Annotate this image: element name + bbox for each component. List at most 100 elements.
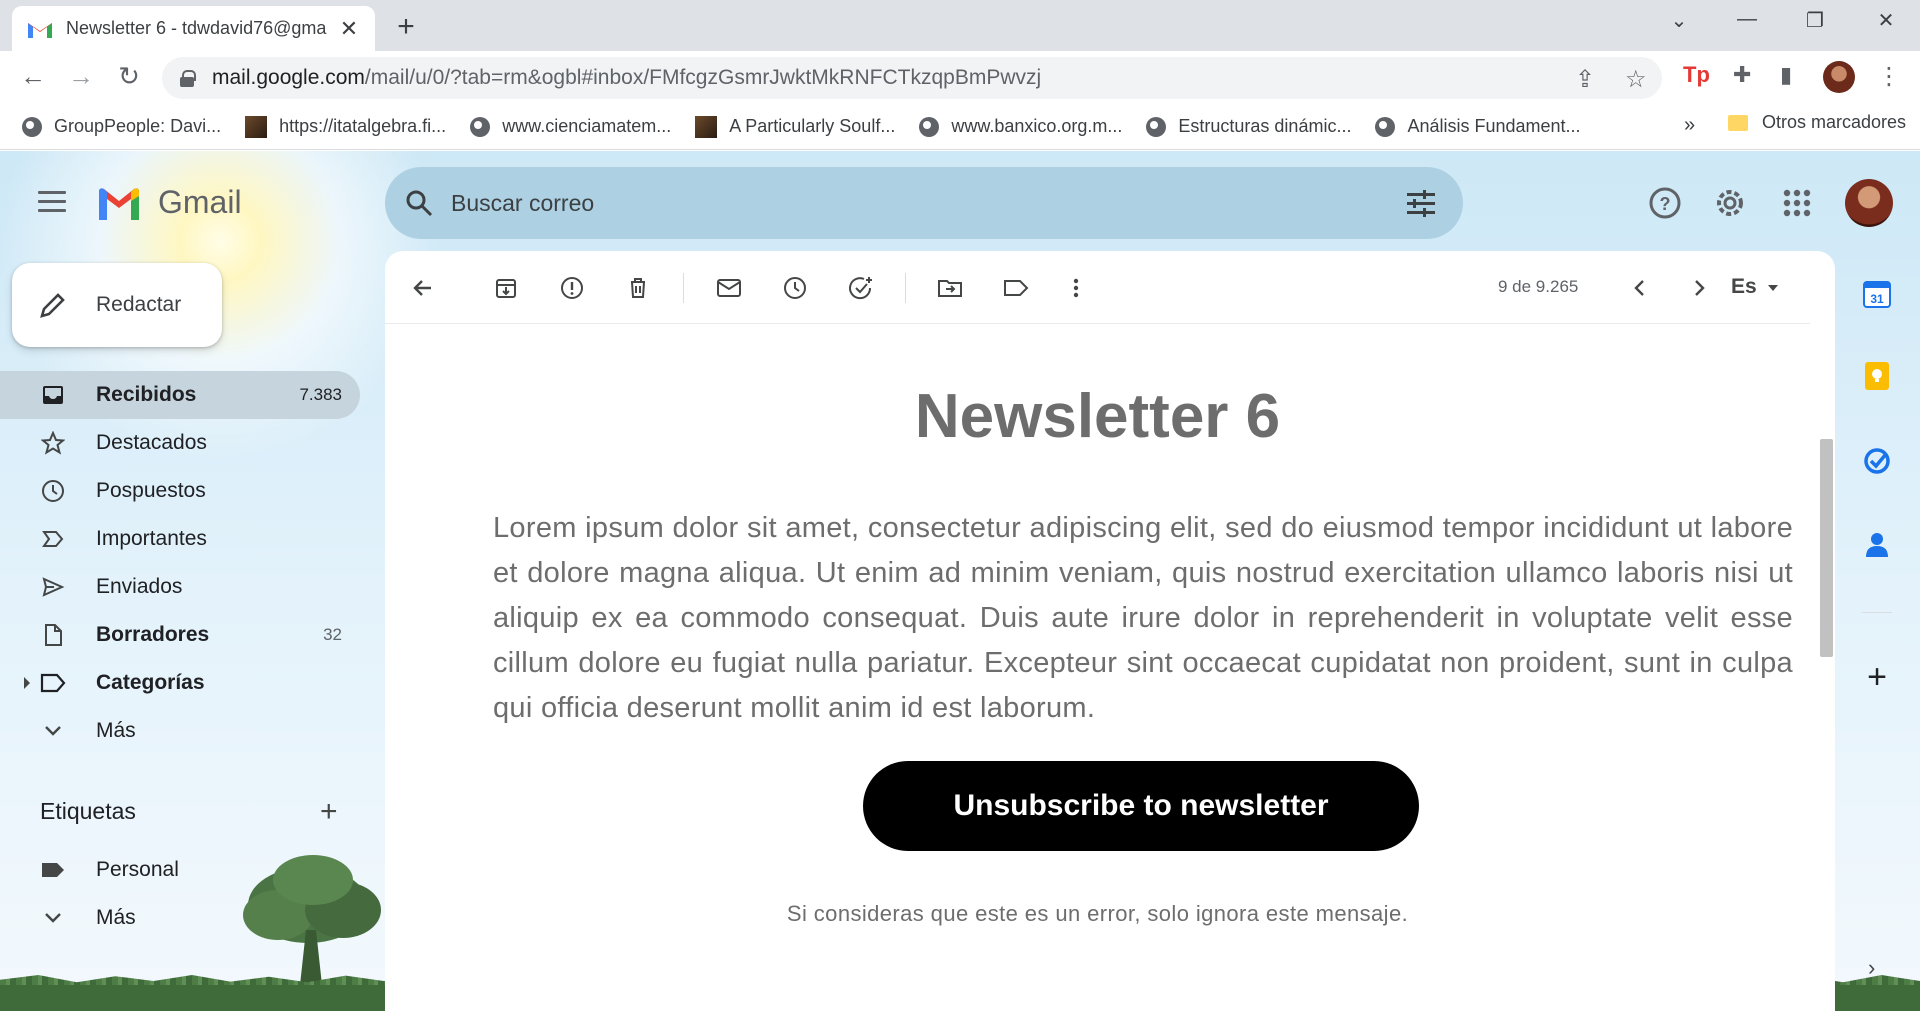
tab-title: Newsletter 6 - tdwdavid76@gma (66, 18, 327, 38)
profile-avatar[interactable] (1823, 61, 1855, 93)
label-as-icon[interactable] (1001, 273, 1031, 303)
bookmark-item[interactable]: GroupPeople: Davi... (22, 116, 221, 137)
reload-icon[interactable]: ↻ (113, 61, 145, 92)
more-options-icon[interactable] (1061, 273, 1091, 303)
expand-caret-icon[interactable] (24, 677, 30, 689)
lock-icon[interactable] (180, 70, 196, 87)
bookmark-item[interactable]: Estructuras dinámic... (1146, 116, 1351, 137)
labels-heading: Etiquetas (40, 798, 136, 824)
tab-search-icon[interactable]: ⌄ (1659, 8, 1699, 33)
delete-trash-icon[interactable] (623, 273, 653, 303)
image-icon (245, 115, 268, 138)
nav-snoozed[interactable]: Pospuestos (0, 467, 360, 515)
calendar-icon[interactable]: 31 (1862, 279, 1892, 309)
gmail-wordmark: Gmail (158, 184, 242, 220)
search-icon[interactable] (405, 189, 433, 217)
archive-icon[interactable] (491, 273, 521, 303)
minimize-button[interactable]: — (1727, 8, 1767, 31)
unsubscribe-button[interactable]: Unsubscribe to newsletter (863, 761, 1419, 851)
tab-close-icon[interactable]: ✕ (337, 16, 361, 42)
language-dropdown-icon[interactable] (1768, 285, 1778, 291)
back-icon[interactable]: ← (17, 61, 49, 92)
svg-text:?: ? (1660, 194, 1671, 214)
share-icon[interactable]: ⇪ (1575, 65, 1595, 94)
draft-file-icon (40, 622, 66, 648)
send-icon (40, 574, 66, 600)
restore-button[interactable]: ❐ (1795, 8, 1835, 33)
newsletter-title: Newsletter 6 (914, 382, 1281, 451)
forward-icon[interactable]: → (65, 61, 97, 92)
mark-unread-icon[interactable] (714, 273, 744, 303)
toolbar-divider (683, 273, 684, 303)
pencil-icon (40, 293, 65, 318)
back-to-inbox-icon[interactable] (408, 273, 438, 303)
snooze-clock-icon[interactable] (780, 273, 810, 303)
keep-icon[interactable] (1862, 361, 1892, 391)
inbox-icon (40, 382, 66, 408)
google-apps-icon[interactable] (1777, 183, 1817, 223)
nav-inbox[interactable]: Recibidos 7.383 (0, 371, 360, 419)
svg-text:31: 31 (1870, 292, 1884, 306)
chevron-down-icon (40, 718, 66, 744)
get-addons-plus-icon[interactable]: + (1862, 658, 1892, 697)
inbox-count-badge: 7.383 (299, 385, 342, 404)
pagination-text: 9 de 9.265 (1498, 277, 1579, 296)
other-bookmarks-folder[interactable]: Otros marcadores (1728, 112, 1906, 133)
nav-important[interactable]: Importantes (0, 515, 360, 563)
tab-strip: Newsletter 6 - tdwdavid76@gma ✕ + ⌄ — ❐ … (0, 0, 1920, 51)
report-spam-icon[interactable] (557, 273, 587, 303)
contacts-icon[interactable] (1862, 529, 1892, 559)
search-input[interactable]: Buscar correo (451, 190, 1407, 217)
globe-icon (919, 116, 940, 137)
older-chevron-right-icon[interactable] (1684, 273, 1714, 303)
gmail-favicon-icon (28, 22, 52, 38)
browser-tab[interactable]: Newsletter 6 - tdwdavid76@gma ✕ (12, 6, 375, 51)
newsletter-body: Lorem ipsum dolor sit amet, consectetur … (493, 512, 1793, 724)
search-bar[interactable]: Buscar correo (385, 167, 1463, 239)
more-bookmarks-chevron-icon[interactable]: » (1684, 114, 1695, 137)
bookmark-star-icon[interactable]: ☆ (1625, 65, 1647, 94)
toolbar-divider (905, 273, 906, 303)
side-panel-icon[interactable]: ▮ (1780, 62, 1792, 88)
browser-menu-icon[interactable]: ⋮ (1877, 62, 1901, 91)
scrollbar-thumb[interactable] (1820, 439, 1833, 657)
image-icon (695, 115, 718, 138)
nav-more[interactable]: Más (0, 707, 360, 755)
labels-more[interactable]: Más (0, 894, 360, 942)
extensions-puzzle-icon[interactable]: ✚ (1733, 62, 1751, 88)
newer-chevron-left-icon[interactable] (1625, 273, 1655, 303)
message-toolbar: 9 de 9.265 Es (385, 251, 1810, 324)
bookmark-item[interactable]: www.cienciamatem... (470, 116, 671, 137)
nav-drafts[interactable]: Borradores 32 (0, 611, 360, 659)
tasks-icon[interactable] (1862, 446, 1892, 476)
globe-icon (1375, 116, 1396, 137)
gmail-logo-icon (99, 188, 139, 220)
add-to-tasks-icon[interactable] (846, 273, 876, 303)
hide-side-panel-chevron-icon[interactable]: › (1868, 955, 1875, 981)
bookmark-item[interactable]: A Particularly Soulf... (695, 115, 895, 138)
move-to-folder-icon[interactable] (935, 273, 965, 303)
new-tab-button[interactable]: + (391, 10, 421, 44)
bookmark-item[interactable]: www.banxico.org.m... (919, 116, 1122, 137)
drafts-count-badge: 32 (323, 625, 342, 644)
address-bar[interactable]: mail.google.com/mail/u/0/?tab=rm&ogbl#in… (162, 57, 1662, 99)
add-label-plus-icon[interactable]: + (320, 795, 338, 829)
main-menu-icon[interactable] (38, 191, 68, 213)
settings-gear-icon[interactable] (1710, 183, 1750, 223)
input-language-selector[interactable]: Es (1731, 275, 1757, 299)
nav-categories[interactable]: Categorías (0, 659, 360, 707)
label-personal[interactable]: Personal (0, 846, 360, 894)
important-icon (40, 526, 66, 552)
bookmark-item[interactable]: https://itatalgebra.fi... (245, 115, 446, 138)
message-pane: 9 de 9.265 Es Newsletter 6 Lorem ipsum d… (385, 251, 1835, 1011)
account-avatar[interactable] (1845, 179, 1893, 227)
compose-button[interactable]: Redactar (12, 263, 222, 347)
help-icon[interactable]: ? (1645, 183, 1685, 223)
close-window-button[interactable]: ✕ (1866, 8, 1906, 33)
bookmark-item[interactable]: Análisis Fundament... (1375, 116, 1581, 137)
globe-icon (22, 116, 42, 137)
nav-sent[interactable]: Enviados (0, 563, 360, 611)
search-options-icon[interactable] (1407, 190, 1435, 217)
nav-starred[interactable]: Destacados (0, 419, 360, 467)
extension-tp-icon[interactable]: Tp (1683, 62, 1710, 88)
